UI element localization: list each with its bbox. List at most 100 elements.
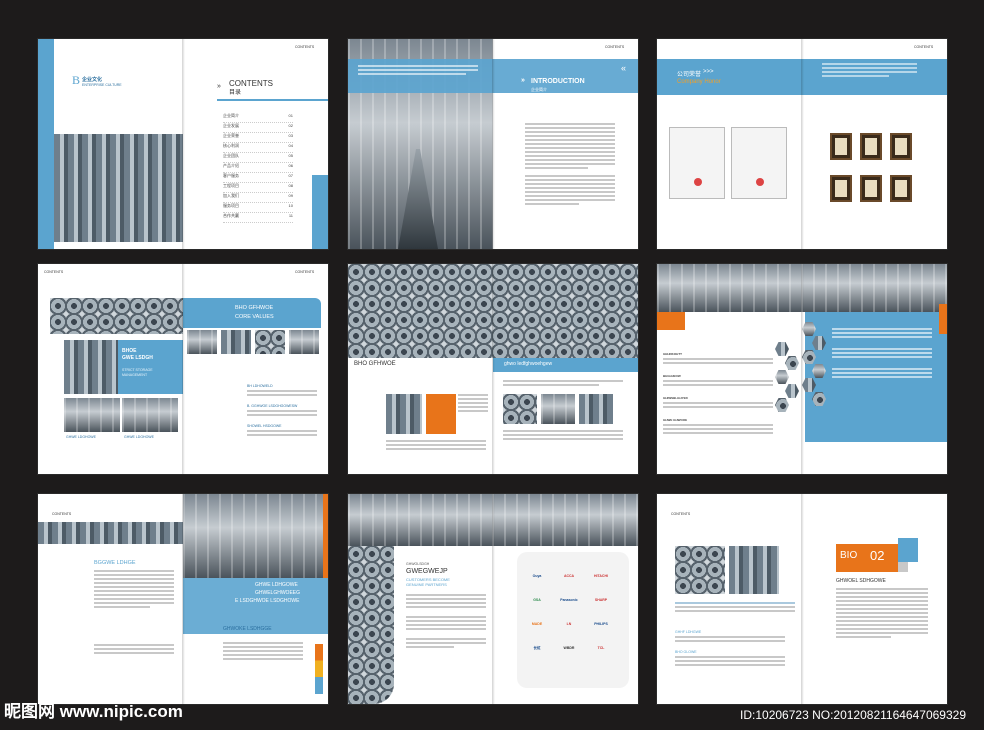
page-right: CONTENTS CONTENTS 目录 » 企业简介 01 企业发展 02 企业荣…	[183, 39, 328, 249]
thumb-photo	[187, 330, 217, 354]
brand-letter: B	[72, 73, 81, 87]
text-block	[675, 602, 795, 614]
section-head: GEHDKOHTT	[663, 352, 682, 356]
partner-logo: Ouya	[532, 574, 542, 578]
partner-logo: TCL	[597, 646, 605, 650]
toc-row[interactable]: 企业团队 05	[223, 153, 293, 163]
spread-coils: BHO GFHWOE ghwo ledfghwoehgew	[348, 264, 638, 474]
value-text	[247, 410, 317, 418]
blue-block	[312, 175, 328, 249]
header-label: CONTENTS	[44, 270, 64, 274]
toc-row[interactable]: 客户服务 07	[223, 173, 293, 183]
header-label: CONTENTS	[605, 45, 625, 49]
certificate-frame	[890, 133, 912, 160]
honor-text	[822, 63, 917, 79]
spread-hexagons: GEHDKOHTT BHGHJEOW GHIWSBLGHYED GHWE GHW…	[657, 264, 947, 474]
hexagon-photo	[802, 378, 816, 392]
bio-heading: GHWOEL SDHGOWE	[836, 578, 886, 584]
header-label: CONTENTS	[914, 45, 934, 49]
workers-photo	[657, 264, 947, 312]
watermark-right: ID:10206723 NO:20120821164647069329	[740, 708, 966, 722]
header-label: CONTENTS	[295, 45, 315, 49]
blue-square	[898, 538, 918, 562]
toc-row[interactable]: 加入我们 09	[223, 193, 293, 203]
section-text	[663, 380, 773, 388]
bio-number: 02	[870, 548, 885, 563]
steel-strip-photo	[38, 522, 183, 544]
title-line: GHWE LDHGOWE	[255, 582, 298, 588]
value-item: BH LDHOWELD	[247, 384, 273, 388]
section-text	[663, 358, 773, 366]
brand-cn: 企业文化	[82, 77, 103, 83]
toc-row[interactable]: 企业发展 02	[223, 123, 293, 133]
crane-photo	[64, 340, 118, 394]
side-title-1: BHOE	[122, 348, 137, 354]
hexagon-photo	[812, 336, 826, 350]
toc-row[interactable]: 核心利润 04	[223, 143, 293, 153]
side-sub-1: STRICT STORAGE	[122, 368, 153, 372]
intro-title-cn: 企业简介	[531, 87, 547, 92]
section-heading: BGGWE LDHGE	[94, 560, 136, 566]
hexagon-photo	[785, 356, 799, 370]
color-bar	[315, 644, 323, 694]
title-rule	[217, 99, 328, 101]
photo	[386, 394, 422, 434]
page-right	[493, 372, 638, 474]
text-block	[836, 588, 928, 640]
header-label: CONTENTS	[671, 512, 691, 516]
rail-track	[398, 149, 438, 249]
partner-logo: ACCA	[563, 574, 575, 578]
chevron-left-icon: «	[621, 63, 627, 73]
toc-row[interactable]: 企业荣誉 03	[223, 133, 293, 143]
spread-honor: 公司荣誉 >>> Company Honor CONTENTS	[657, 39, 947, 249]
contents-cn: 目录	[229, 90, 242, 96]
bio-label: BIO	[840, 550, 858, 561]
arrows-icon: >>>	[703, 69, 714, 75]
text-block	[386, 440, 486, 452]
toc-row[interactable]: 企业简介 01	[223, 113, 293, 123]
hexagon-photo	[812, 364, 826, 378]
header-label: CONTENTS	[295, 270, 315, 274]
hexagon-photo	[802, 322, 816, 336]
section-text	[663, 402, 773, 410]
certificate-frame	[830, 175, 852, 202]
toc-row[interactable]: 产品介绍 06	[223, 163, 293, 173]
bar-right-title: ghwo ledfghwoehgew	[504, 361, 553, 367]
certificate-frame	[830, 133, 852, 160]
text-block	[503, 430, 623, 442]
title-line: GHWELGHWOEEG	[255, 590, 301, 596]
toc-row[interactable]: 合作共赢 11	[223, 213, 293, 223]
partners-sub-2: GENUINE PARTNERS	[406, 582, 447, 587]
toc-row[interactable]: 服务项目 10	[223, 203, 293, 213]
blue-strip	[38, 39, 54, 249]
core-values-band	[183, 298, 321, 328]
honor-title-cn: 公司荣誉	[677, 72, 702, 78]
partner-logo: MADE	[531, 622, 543, 626]
photo	[541, 394, 575, 424]
steel-angles-photo	[54, 134, 183, 242]
photo	[579, 394, 613, 424]
toc-row[interactable]: 工程项目 08	[223, 183, 293, 193]
value-item: B. GGHWOE LSDGHGOWESW	[247, 404, 298, 408]
photo-workshop	[122, 398, 178, 432]
partner-logo: PHILIPS	[594, 622, 608, 626]
page-right	[802, 312, 947, 474]
certificate-frame	[890, 175, 912, 202]
thumb-photo	[221, 330, 251, 354]
side-title-2: GWE LSDGH	[122, 355, 153, 361]
partner-logo: GSA	[533, 598, 541, 602]
subtitle: GHWOKE LSDHGGE	[223, 626, 272, 632]
page-left: GEHDKOHTT BHGHJEOW GHIWSBLGHYED GHWE GHW…	[657, 312, 802, 474]
honor-title-en: Company Honor	[677, 79, 721, 85]
intro-body	[525, 123, 615, 207]
certificate-image	[731, 127, 787, 199]
intro-title: INTRODUCTION	[531, 78, 585, 85]
page-right: Ouya ACCA HITACHI GSA Panasonic SHARP MA…	[493, 546, 638, 704]
photo-caption: GHWE LDGHOWE	[124, 435, 154, 439]
chevron-icon: »	[217, 83, 221, 90]
page-left: CONTENTS GHHF LDHGWE BHO GLOWE	[657, 494, 802, 704]
coil-photo	[675, 546, 725, 594]
section-head: BHGHJEOW	[663, 374, 681, 378]
page-right: CONTENTS	[802, 39, 947, 249]
certificate-image	[669, 127, 725, 199]
